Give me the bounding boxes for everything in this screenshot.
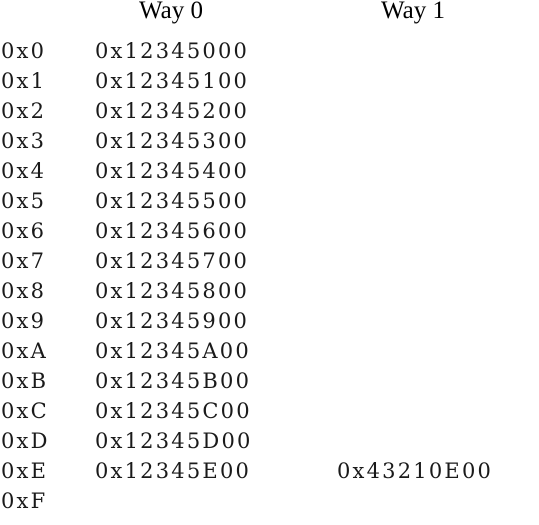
table-row: 0x5 0x12345500	[0, 186, 539, 216]
way-0-cell: 0x12345900	[95, 309, 250, 333]
table-row: 0xF	[0, 486, 539, 516]
way-0-cell: 0x12345A00	[95, 339, 251, 363]
way-0-cell: 0x12345800	[95, 279, 250, 303]
table-row: 0xC 0x12345C00	[0, 396, 539, 426]
way-1-cell: 0x43210E00	[337, 459, 494, 483]
table-row: 0x9 0x12345900	[0, 306, 539, 336]
table-row: 0xD 0x12345D00	[0, 426, 539, 456]
row-index: 0x7	[1, 249, 47, 273]
table-row: 0xA 0x12345A00	[0, 336, 539, 366]
row-index: 0x0	[1, 39, 47, 63]
way-0-cell: 0x12345600	[95, 219, 250, 243]
table-row: 0x3 0x12345300	[0, 126, 539, 156]
way-0-cell: 0x12345200	[95, 99, 250, 123]
row-index: 0x8	[1, 279, 47, 303]
row-index: 0xD	[1, 429, 50, 453]
row-index: 0xB	[1, 369, 49, 393]
row-index: 0x4	[1, 159, 47, 183]
table-row: 0x8 0x12345800	[0, 276, 539, 306]
way-0-cell: 0x12345E00	[95, 459, 252, 483]
row-index: 0x3	[1, 129, 47, 153]
table-row: 0x7 0x12345700	[0, 246, 539, 276]
way-0-cell: 0x12345100	[95, 69, 250, 93]
table-row: 0x4 0x12345400	[0, 156, 539, 186]
table-row: 0x6 0x12345600	[0, 216, 539, 246]
way-0-cell: 0x12345C00	[95, 399, 252, 423]
way-0-cell: 0x12345700	[95, 249, 250, 273]
way-1-header: Way 1	[381, 0, 445, 24]
way-0-cell: 0x12345300	[95, 129, 250, 153]
row-index: 0x6	[1, 219, 47, 243]
table-row: 0x1 0x12345100	[0, 66, 539, 96]
cache-table: 0x0 0x12345000 0x1 0x12345100 0x2 0x1234…	[0, 36, 539, 516]
way-0-cell: 0x12345400	[95, 159, 250, 183]
way-0-cell: 0x12345D00	[95, 429, 253, 453]
table-row: 0xE 0x12345E00 0x43210E00	[0, 456, 539, 486]
row-index: 0xE	[1, 459, 49, 483]
row-index: 0xA	[1, 339, 48, 363]
row-index: 0x1	[1, 69, 47, 93]
row-index: 0x9	[1, 309, 47, 333]
table-row: 0xB 0x12345B00	[0, 366, 539, 396]
row-index: 0xF	[1, 489, 48, 513]
table-row: 0x2 0x12345200	[0, 96, 539, 126]
way-0-cell: 0x12345000	[95, 39, 250, 63]
row-index: 0x5	[1, 189, 47, 213]
way-0-cell: 0x12345500	[95, 189, 250, 213]
way-0-cell: 0x12345B00	[95, 369, 252, 393]
way-0-header: Way 0	[139, 0, 203, 24]
row-index: 0xC	[1, 399, 49, 423]
table-row: 0x0 0x12345000	[0, 36, 539, 66]
row-index: 0x2	[1, 99, 47, 123]
